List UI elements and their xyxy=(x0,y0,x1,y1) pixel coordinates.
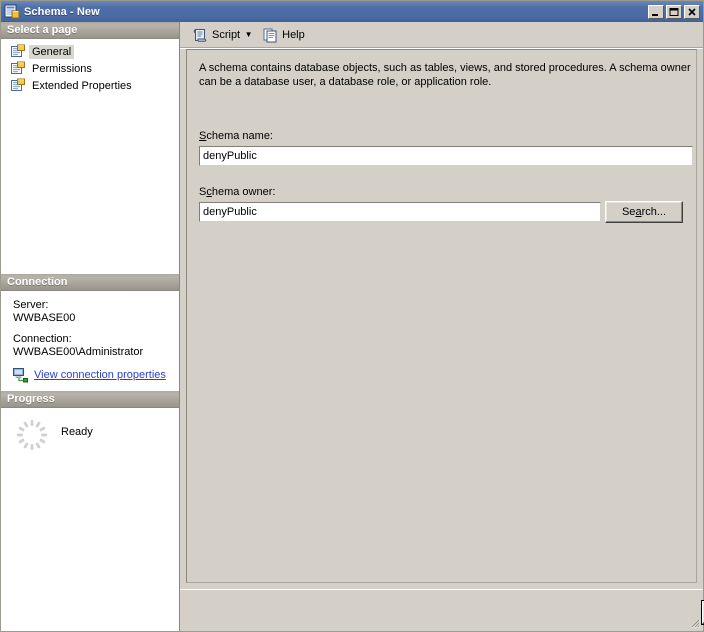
title-bar[interactable]: Schema - New xyxy=(1,1,703,22)
sidebar-item-label: Extended Properties xyxy=(32,79,132,92)
maximize-button[interactable] xyxy=(666,4,682,19)
close-button[interactable] xyxy=(684,4,700,19)
sidebar-item-extended-properties[interactable]: Extended Properties xyxy=(1,77,179,94)
chevron-down-icon[interactable]: ▼ xyxy=(243,30,254,39)
page-icon xyxy=(10,44,26,59)
sidebar-item-label: General xyxy=(29,44,75,59)
search-button[interactable]: Search... xyxy=(605,201,683,223)
main-pane: Script ▼ Help A schema contains database… xyxy=(180,22,704,631)
schema-name-input[interactable]: denyPublic xyxy=(199,146,693,166)
minimize-button[interactable] xyxy=(648,4,664,19)
view-connection-properties-link[interactable]: View connection properties xyxy=(34,369,166,381)
window-controls xyxy=(648,4,701,19)
sidebar-item-label: Permissions xyxy=(32,62,92,75)
sidebar-item-general[interactable]: General xyxy=(1,43,179,60)
connection-label: Connection: xyxy=(13,332,72,345)
sidebar-item-permissions[interactable]: Permissions xyxy=(1,60,179,77)
schema-name-value: denyPublic xyxy=(203,150,257,162)
script-label: Script xyxy=(212,28,241,41)
connection-header: Connection xyxy=(1,273,179,291)
schema-owner-value: denyPublic xyxy=(203,206,257,218)
schema-icon xyxy=(4,4,20,19)
progress-header: Progress xyxy=(1,390,179,408)
schema-owner-label: Schema owner: xyxy=(199,186,276,198)
window-title: Schema - New xyxy=(24,5,100,18)
resize-grip[interactable] xyxy=(688,616,701,629)
toolbar: Script ▼ Help xyxy=(180,22,703,48)
schema-new-dialog: Schema - New Select a page General Permi… xyxy=(0,0,704,632)
help-label: Help xyxy=(282,28,305,41)
schema-owner-input[interactable]: denyPublic xyxy=(199,202,601,222)
connection-info: Server: WWBASE00 Connection: WWBASE00\Ad… xyxy=(1,290,179,391)
page-icon xyxy=(10,61,26,76)
content-area: A schema contains database objects, such… xyxy=(180,48,703,589)
select-a-page-header: Select a page xyxy=(1,22,179,39)
page-list: General Permissions Extended Properties xyxy=(1,39,179,274)
connection-properties-icon xyxy=(13,367,29,383)
connection-value: WWBASE00\Administrator xyxy=(13,345,144,358)
script-icon xyxy=(192,27,208,43)
dialog-body: Select a page General Permissions Extend… xyxy=(1,22,704,631)
schema-name-label: Schema name: xyxy=(199,130,273,142)
schema-description: A schema contains database objects, such… xyxy=(199,62,691,88)
progress-info: Ready xyxy=(1,407,179,631)
progress-spinner-icon xyxy=(15,418,49,452)
help-button[interactable]: Help xyxy=(258,25,309,45)
view-connection-properties-row[interactable]: View connection properties xyxy=(13,367,179,383)
search-button-label: Search... xyxy=(621,206,667,218)
progress-status: Ready xyxy=(61,425,93,438)
page-icon xyxy=(10,78,26,93)
script-button[interactable]: Script ▼ xyxy=(188,25,258,45)
help-icon xyxy=(262,27,278,43)
server-value: WWBASE00 xyxy=(13,311,76,324)
server-label: Server: xyxy=(13,298,49,311)
sidebar: Select a page General Permissions Extend… xyxy=(1,22,180,631)
dialog-footer: OK Cancel xyxy=(180,589,704,631)
content-panel: A schema contains database objects, such… xyxy=(186,49,697,583)
